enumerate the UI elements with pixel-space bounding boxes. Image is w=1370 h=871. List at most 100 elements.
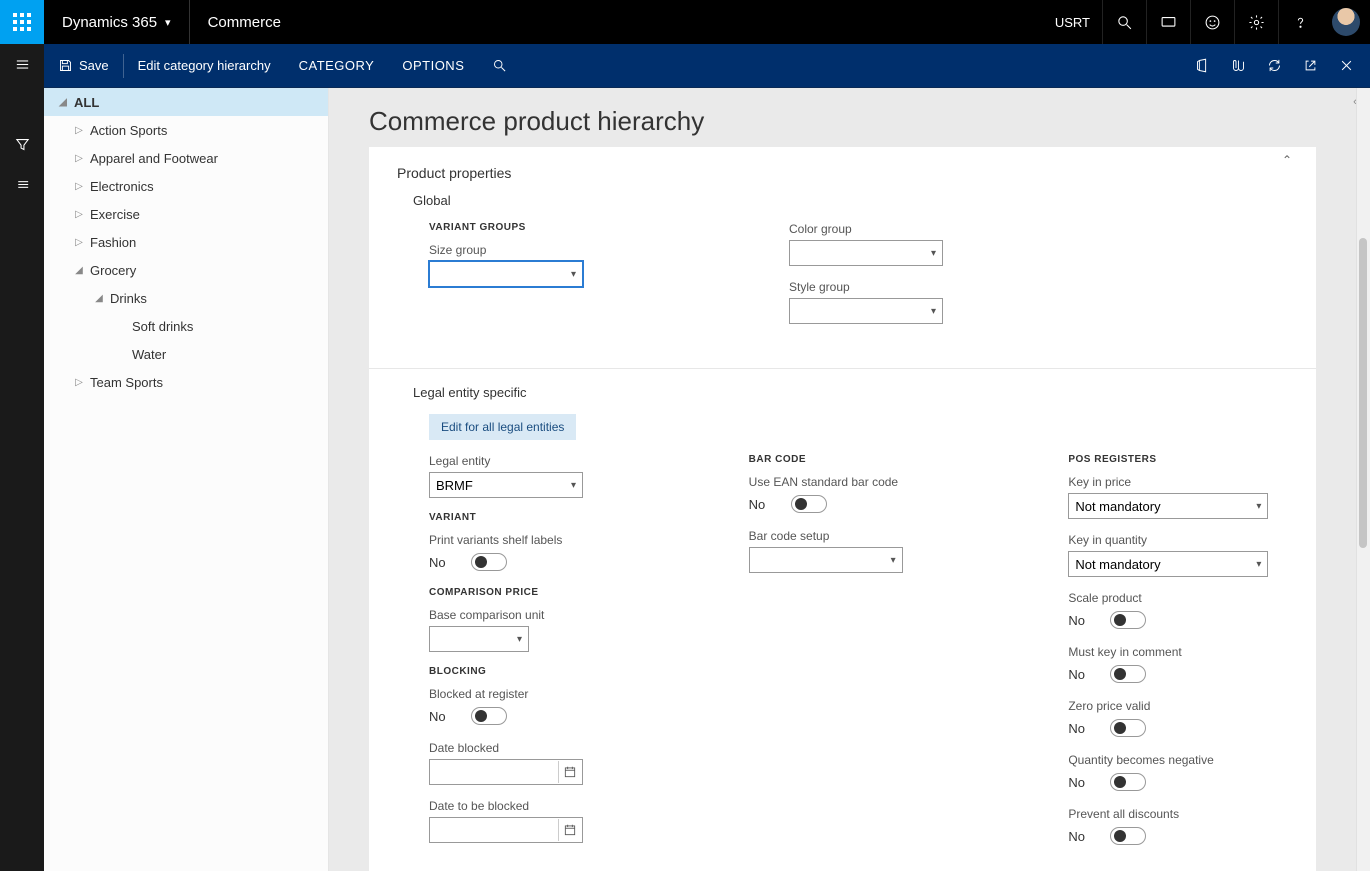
chevron-down-icon: ▾ xyxy=(571,269,576,280)
zero-price-valid-toggle[interactable] xyxy=(1110,719,1146,737)
edit-hierarchy-link[interactable]: Edit category hierarchy xyxy=(124,44,285,88)
caret-right-icon: ▷ xyxy=(72,377,86,388)
base-comparison-unit-label: Base comparison unit xyxy=(429,608,649,622)
bar-code-setup-label: Bar code setup xyxy=(749,529,969,543)
print-variants-toggle[interactable] xyxy=(471,553,507,571)
tree-node-water[interactable]: Water xyxy=(44,340,328,368)
search-in-form[interactable] xyxy=(478,44,521,88)
calendar-icon[interactable] xyxy=(558,819,580,841)
chevron-down-icon: ▾ xyxy=(931,248,936,259)
pos-registers-label: POS REGISTERS xyxy=(1068,454,1288,465)
tree-node-exercise[interactable]: ▷Exercise xyxy=(44,200,328,228)
chevron-down-icon: ▾ xyxy=(891,555,896,566)
attach-icon[interactable] xyxy=(1220,44,1256,88)
zero-price-valid-value: No xyxy=(1068,721,1092,736)
date-to-be-blocked-label: Date to be blocked xyxy=(429,799,649,813)
size-group-dropdown[interactable]: ▾ xyxy=(429,261,583,287)
vertical-scrollbar[interactable] xyxy=(1356,88,1370,871)
comparison-price-label: COMPARISON PRICE xyxy=(429,587,649,598)
save-button[interactable]: Save xyxy=(44,44,123,88)
color-group-dropdown[interactable]: ▾ xyxy=(789,240,943,266)
use-ean-toggle[interactable] xyxy=(791,495,827,513)
date-blocked-input[interactable] xyxy=(429,759,583,785)
category-tree[interactable]: ◢ALL ▷Action Sports ▷Apparel and Footwea… xyxy=(44,88,329,871)
scale-product-label: Scale product xyxy=(1068,591,1288,605)
help-icon[interactable] xyxy=(1278,0,1322,44)
quantity-negative-value: No xyxy=(1068,775,1092,790)
date-to-be-blocked-input[interactable] xyxy=(429,817,583,843)
tree-node-team-sports[interactable]: ▷Team Sports xyxy=(44,368,328,396)
edit-all-legal-entities-button[interactable]: Edit for all legal entities xyxy=(429,414,576,440)
app-launcher[interactable] xyxy=(0,0,44,44)
chevron-down-icon: ▾ xyxy=(517,634,522,645)
variant-groups-label: VARIANT GROUPS xyxy=(429,222,689,233)
style-group-label: Style group xyxy=(789,280,1049,294)
messages-icon[interactable] xyxy=(1146,0,1190,44)
office-icon[interactable] xyxy=(1184,44,1220,88)
prevent-discounts-toggle[interactable] xyxy=(1110,827,1146,845)
global-heading: Global xyxy=(397,193,1288,208)
key-in-quantity-label: Key in quantity xyxy=(1068,533,1288,547)
tree-node-action-sports[interactable]: ▷Action Sports xyxy=(44,116,328,144)
feedback-icon[interactable] xyxy=(1190,0,1234,44)
variant-label: VARIANT xyxy=(429,512,649,523)
scrollbar-thumb[interactable] xyxy=(1359,238,1367,548)
bar-code-label: BAR CODE xyxy=(749,454,969,465)
refresh-icon[interactable] xyxy=(1256,44,1292,88)
brand-label: Dynamics 365 xyxy=(62,14,157,31)
blocked-at-register-toggle[interactable] xyxy=(471,707,507,725)
page-title: Commerce product hierarchy xyxy=(369,106,1316,137)
key-in-price-dropdown[interactable]: Not mandatory▾ xyxy=(1068,493,1268,519)
menu-options[interactable]: OPTIONS xyxy=(388,44,478,88)
tree-node-drinks[interactable]: ◢Drinks xyxy=(44,284,328,312)
chevron-down-icon: ▾ xyxy=(1256,501,1261,512)
print-variants-value: No xyxy=(429,555,453,570)
user-avatar[interactable] xyxy=(1332,8,1360,36)
save-label: Save xyxy=(79,58,109,73)
must-key-comment-toggle[interactable] xyxy=(1110,665,1146,683)
size-group-label: Size group xyxy=(429,243,689,257)
caret-right-icon: ▷ xyxy=(72,125,86,136)
caret-right-icon: ▷ xyxy=(72,153,86,164)
prevent-discounts-value: No xyxy=(1068,829,1092,844)
tree-node-electronics[interactable]: ▷Electronics xyxy=(44,172,328,200)
quantity-negative-label: Quantity becomes negative xyxy=(1068,753,1288,767)
company-picker[interactable]: USRT xyxy=(1043,15,1102,30)
tree-node-fashion[interactable]: ▷Fashion xyxy=(44,228,328,256)
scale-product-toggle[interactable] xyxy=(1110,611,1146,629)
module-label: Commerce xyxy=(190,14,299,31)
key-in-quantity-dropdown[interactable]: Not mandatory▾ xyxy=(1068,551,1268,577)
filter-icon[interactable] xyxy=(0,124,44,164)
tree-node-soft-drinks[interactable]: Soft drinks xyxy=(44,312,328,340)
tree-node-apparel[interactable]: ▷Apparel and Footwear xyxy=(44,144,328,172)
blocked-at-register-label: Blocked at register xyxy=(429,687,649,701)
caret-down-icon: ◢ xyxy=(56,97,70,108)
legal-entity-label: Legal entity xyxy=(429,454,649,468)
chevron-down-icon: ▾ xyxy=(165,16,171,29)
bar-code-setup-dropdown[interactable]: ▾ xyxy=(749,547,903,573)
tree-node-all[interactable]: ◢ALL xyxy=(44,88,328,116)
caret-down-icon: ◢ xyxy=(92,293,106,304)
caret-down-icon: ◢ xyxy=(72,265,86,276)
list-icon[interactable] xyxy=(0,164,44,204)
style-group-dropdown[interactable]: ▾ xyxy=(789,298,943,324)
close-icon[interactable] xyxy=(1328,44,1364,88)
calendar-icon[interactable] xyxy=(558,761,580,783)
use-ean-value: No xyxy=(749,497,773,512)
search-icon[interactable] xyxy=(1102,0,1146,44)
legal-entity-dropdown[interactable]: BRMF▾ xyxy=(429,472,583,498)
prevent-discounts-label: Prevent all discounts xyxy=(1068,807,1288,821)
brand-dropdown[interactable]: Dynamics 365 ▾ xyxy=(44,0,190,44)
quantity-negative-toggle[interactable] xyxy=(1110,773,1146,791)
settings-icon[interactable] xyxy=(1234,0,1278,44)
blocked-at-register-value: No xyxy=(429,709,453,724)
popout-icon[interactable] xyxy=(1292,44,1328,88)
menu-category[interactable]: CATEGORY xyxy=(285,44,389,88)
panel-collapse-icon[interactable]: ⌃ xyxy=(1282,153,1292,167)
base-comparison-unit-dropdown[interactable]: ▾ xyxy=(429,626,529,652)
nav-toggle[interactable] xyxy=(0,44,44,84)
tree-node-grocery[interactable]: ◢Grocery xyxy=(44,256,328,284)
must-key-comment-label: Must key in comment xyxy=(1068,645,1288,659)
caret-right-icon: ▷ xyxy=(72,237,86,248)
use-ean-label: Use EAN standard bar code xyxy=(749,475,969,489)
